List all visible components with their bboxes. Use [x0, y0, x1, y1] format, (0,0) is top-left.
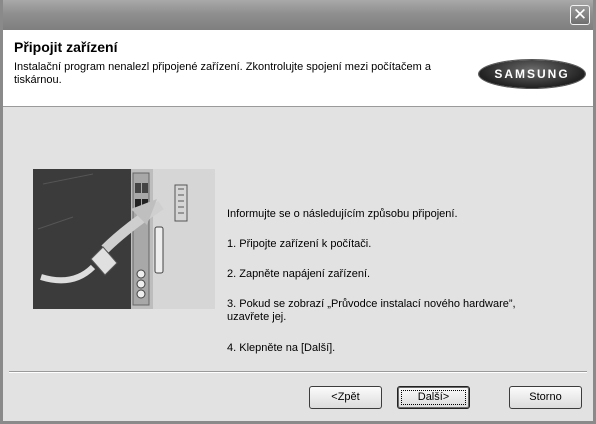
- dialog-header: Připojit zařízení Instalační program nen…: [3, 30, 593, 107]
- step-3: 3. Pokud se zobrazí „Průvodce instalací …: [227, 298, 516, 310]
- page-subtitle: Instalační program nenalezl připojené za…: [14, 61, 431, 86]
- step-2: 2. Zapněte napájení zařízení.: [227, 268, 371, 280]
- title-bar: ✕: [3, 0, 593, 30]
- samsung-logo: SAMSUNG: [479, 60, 585, 88]
- step-1: 1. Připojte zařízení k počítači.: [227, 238, 372, 250]
- step-4: 4. Klepněte na [Další].: [227, 342, 336, 354]
- footer-divider: [9, 371, 587, 373]
- usb-cable-icon: [33, 169, 215, 309]
- instructions-intro: Informujte se o následujícím způsobu při…: [227, 208, 458, 220]
- cancel-button[interactable]: Storno: [509, 386, 582, 409]
- usb-connection-illustration: [33, 169, 215, 309]
- page-title: Připojit zařízení: [14, 39, 118, 55]
- installer-dialog: ✕ Připojit zařízení Instalační program n…: [0, 0, 596, 424]
- next-button[interactable]: Další>: [397, 386, 470, 409]
- back-button[interactable]: <Zpět: [309, 386, 382, 409]
- focus-rectangle: [401, 390, 466, 405]
- step-3-continued: uzavřete jej.: [227, 311, 287, 323]
- dialog-content: Informujte se o následujícím způsobu při…: [3, 107, 593, 371]
- close-icon[interactable]: ✕: [570, 5, 590, 25]
